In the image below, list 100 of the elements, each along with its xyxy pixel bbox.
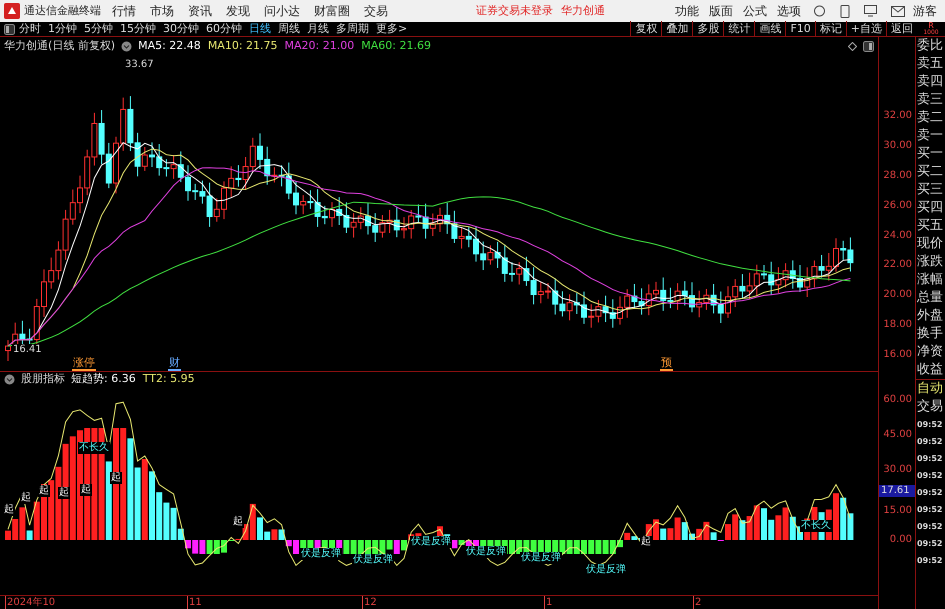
tool-menu-item[interactable]: 功能	[675, 2, 699, 20]
chart-annotation: 不长久	[800, 520, 832, 532]
menu-item[interactable]: 发现	[226, 2, 250, 20]
chart-annotation: 伏是反弹	[585, 564, 627, 576]
diamond-icon[interactable]	[848, 42, 857, 50]
price-axis-label: 28.00	[883, 170, 912, 182]
period-tab[interactable]: 30分钟	[163, 20, 199, 38]
monitor-icon[interactable]	[864, 5, 877, 17]
phone-icon[interactable]	[840, 4, 850, 18]
stock-name: 华力创通	[561, 2, 605, 19]
indicator-value: TT2: 5.95	[142, 370, 195, 387]
chart-annotation: 伏是反弹	[300, 548, 342, 560]
chart-annotation: 起	[80, 484, 92, 496]
price-axis-label: 20.00	[883, 289, 912, 302]
toolbar-button[interactable]: +自选	[846, 20, 886, 38]
chart-annotation: 起	[110, 472, 122, 484]
chart-annotation: 起	[58, 487, 70, 499]
price-axis-label: 24.00	[883, 230, 912, 242]
period-tab[interactable]: 月线	[307, 20, 329, 38]
quote-label: 买二	[916, 163, 944, 181]
chart-annotation: 起	[20, 492, 32, 504]
toolbar-button[interactable]: 返回	[886, 20, 917, 38]
chart-title: 华力创通(日线 前复权)	[4, 38, 116, 54]
menu-item[interactable]: 问小达	[264, 2, 300, 20]
event-marker: 财	[168, 357, 181, 371]
menu-item[interactable]: 财富圈	[314, 2, 350, 20]
toolbar-button[interactable]: 多股	[692, 20, 724, 38]
toolbar-button[interactable]: 复权	[630, 20, 662, 38]
chart-annotation: 起	[38, 485, 50, 497]
quote-label: 09:52	[916, 487, 944, 499]
period-tab[interactable]: 更多>	[376, 20, 408, 38]
quote-label: 卖五	[916, 55, 944, 73]
tool-menu-item[interactable]: 公式	[743, 2, 767, 20]
menu-item[interactable]: 市场	[150, 2, 174, 20]
indicator-axis-label: 15.00	[883, 505, 912, 517]
menu-item[interactable]: 资讯	[188, 2, 212, 20]
mail-icon[interactable]	[891, 6, 905, 16]
quote-label: 涨幅	[916, 271, 944, 289]
quote-label: 涨跌	[916, 253, 944, 271]
period-tab[interactable]: 1分钟	[48, 20, 77, 38]
cursor-value-label: 17.61	[879, 485, 915, 497]
quote-label: 外盘	[916, 307, 944, 325]
ma-value: MA10: 21.75	[208, 38, 278, 54]
menu-item[interactable]: 交易	[364, 2, 388, 20]
user-label[interactable]: 游客	[913, 2, 937, 20]
toolbar-button[interactable]: 画线	[754, 20, 786, 38]
date-label: 2024年10	[5, 596, 56, 609]
toolbar-button[interactable]: 标记	[814, 20, 846, 38]
menu-item[interactable]: 行情	[112, 2, 136, 20]
panel-toggle-icon[interactable]	[4, 24, 15, 34]
quote-label: 09:52	[916, 521, 944, 533]
period-tab[interactable]: 日线	[249, 20, 271, 38]
quote-label: 买四	[916, 199, 944, 217]
indicator-axis-label: 60.00	[883, 394, 912, 406]
quote-label: 09:52	[916, 419, 944, 431]
chart-annotation: 伏是反弹	[520, 552, 562, 564]
dropdown-icon[interactable]	[4, 374, 15, 384]
toolbar-button[interactable]: 叠加	[661, 20, 692, 38]
price-axis-label: 30.00	[883, 140, 912, 152]
price-axis-label: 16.00	[883, 349, 912, 362]
period-tab[interactable]: 周线	[278, 20, 300, 38]
quote-label: 净资	[916, 343, 944, 361]
price-axis-label: 32.00	[883, 110, 912, 122]
quote-label: 收益	[916, 361, 944, 379]
quote-label: 卖四	[916, 73, 944, 91]
ma-value: MA60: 21.69	[361, 38, 431, 54]
quote-label: 换手	[916, 325, 944, 343]
panel-icon[interactable]	[863, 40, 874, 52]
date-label: 12	[362, 596, 377, 609]
quote-label: 买三	[916, 181, 944, 199]
quote-label: 卖一	[916, 127, 944, 145]
quote-label: 卖二	[916, 109, 944, 127]
indicator-axis-label: 0.00	[890, 534, 912, 546]
chart-annotation: 伏是反弹	[410, 536, 452, 548]
quote-label: 09:52	[916, 555, 944, 567]
toolbar-button[interactable]: 统计	[723, 20, 754, 38]
quote-label: 买五	[916, 217, 944, 235]
quote-label: 09:52	[916, 538, 944, 550]
tool-menu-item[interactable]: 选项	[777, 2, 801, 20]
period-tab[interactable]: 60分钟	[206, 20, 242, 38]
ma-value: MA5: 22.48	[138, 38, 201, 54]
tool-menu-item[interactable]: 版面	[709, 2, 733, 20]
period-tab[interactable]: 5分钟	[84, 20, 113, 38]
toolbar-button[interactable]: F10	[785, 20, 815, 38]
price-axis-label: 18.00	[883, 319, 912, 332]
period-tab[interactable]: 分时	[19, 20, 41, 38]
quote-label: 自动	[916, 379, 945, 398]
indicator-axis-label: 45.00	[883, 429, 912, 441]
event-marker: 涨停	[72, 357, 96, 371]
chat-icon[interactable]	[813, 4, 826, 18]
chart-annotation: 起	[232, 516, 244, 528]
login-notice[interactable]: 证券交易未登录	[476, 2, 553, 20]
quote-label: 买一	[916, 145, 944, 163]
period-tab[interactable]: 15分钟	[120, 20, 156, 38]
price-axis-label: 26.00	[883, 200, 912, 212]
quote-label: 交易	[916, 398, 944, 416]
quote-label: 总量	[916, 289, 944, 307]
dropdown-icon[interactable]	[121, 40, 132, 52]
date-label: 2	[693, 596, 702, 609]
period-tab[interactable]: 多周期	[336, 20, 369, 38]
